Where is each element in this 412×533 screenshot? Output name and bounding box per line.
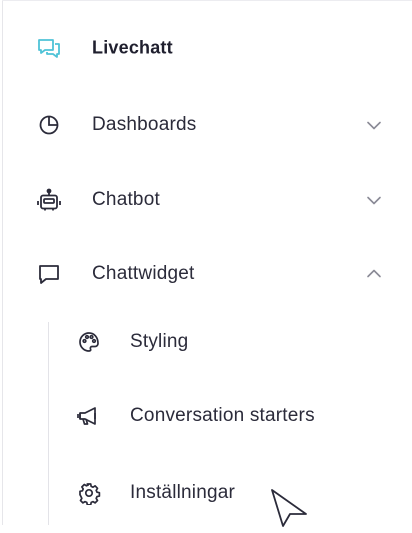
submenu-item-conversation-starters[interactable]: Conversation starters: [0, 388, 412, 444]
sidebar-panel: Livechatt Dashboards Chatbot Chattwidget…: [0, 0, 412, 528]
palette-icon: [76, 329, 102, 355]
submenu-item-label: Styling: [130, 331, 189, 352]
submenu-item-installningar[interactable]: Inställningar: [0, 465, 412, 521]
panel-top-border: [2, 0, 412, 1]
sidebar-item-dashboards[interactable]: Dashboards: [0, 97, 412, 153]
chat-bubbles-icon: [36, 35, 62, 61]
sidebar-item-chattwidget[interactable]: Chattwidget: [0, 246, 412, 302]
robot-icon: [36, 187, 62, 213]
chevron-down-icon[interactable]: [364, 115, 384, 135]
megaphone-icon: [76, 403, 102, 429]
chat-bubble-icon: [36, 261, 62, 287]
sidebar-item-chatbot[interactable]: Chatbot: [0, 172, 412, 228]
sidebar-item-label: Dashboards: [92, 114, 197, 135]
chevron-up-icon[interactable]: [364, 264, 384, 284]
sidebar-item-label: Chatbot: [92, 189, 160, 210]
submenu-item-styling[interactable]: Styling: [0, 314, 412, 370]
mouse-pointer-icon: [270, 488, 318, 528]
pie-chart-icon: [36, 112, 62, 138]
sidebar-item-label: Chattwidget: [92, 263, 195, 284]
submenu-item-label: Inställningar: [130, 482, 236, 503]
gear-icon: [76, 480, 102, 506]
sidebar-item-label: Livechatt: [92, 37, 173, 58]
chevron-down-icon[interactable]: [364, 190, 384, 210]
submenu-item-label: Conversation starters: [130, 405, 315, 426]
sidebar-item-livechatt[interactable]: Livechatt: [0, 20, 412, 76]
